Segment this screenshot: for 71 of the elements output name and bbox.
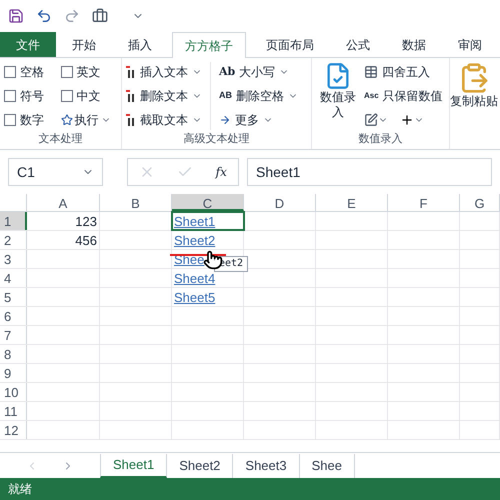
hyperlink[interactable]: Sheet5 (174, 290, 216, 305)
hand-cursor-icon (203, 248, 223, 272)
star-icon (60, 114, 72, 126)
run-button[interactable]: 执行 (60, 110, 117, 130)
ribbon-tab[interactable]: 公式 (334, 32, 382, 57)
column-header[interactable]: C (172, 194, 244, 211)
row-header[interactable]: 10 (0, 383, 27, 401)
edit-button[interactable] (364, 113, 388, 127)
hyperlink[interactable]: Sheet2 (174, 233, 216, 248)
row-header[interactable]: 11 (0, 402, 27, 420)
formula-input[interactable]: Sheet1 (247, 158, 492, 186)
redo-icon[interactable] (64, 8, 80, 24)
row-header[interactable]: 3 (0, 250, 27, 268)
group-label: 数值录入 (358, 132, 404, 146)
ribbon-tab[interactable]: 审阅 (446, 32, 494, 57)
row-header[interactable]: 8 (0, 345, 27, 363)
checkbox[interactable]: 数字 (4, 110, 60, 130)
file-tab[interactable]: 文件 (0, 32, 56, 57)
ribbon-tab[interactable]: 页面布局 (254, 32, 326, 57)
group-label: 高级文本处理 (182, 132, 250, 146)
row-header[interactable]: 5 (0, 288, 27, 306)
more-button[interactable]: 更多 (219, 110, 298, 130)
undo-icon[interactable] (36, 8, 52, 24)
row-header[interactable]: 12 (0, 421, 27, 439)
column-bars-icon (126, 66, 136, 78)
column-header[interactable]: D (244, 194, 316, 211)
table-cell-text: 456 (74, 232, 97, 250)
checkbox[interactable]: 中文 (60, 86, 117, 106)
briefcase-icon[interactable] (92, 8, 108, 24)
row-header[interactable]: 4 (0, 269, 27, 287)
ribbon-tab[interactable]: 数据 (390, 32, 438, 57)
column-header[interactable]: E (316, 194, 388, 211)
edit-icon (364, 113, 378, 127)
hyperlink[interactable]: Sheet1 (174, 214, 216, 229)
text-tool-button[interactable]: 删除文本 (126, 86, 202, 106)
plus-button[interactable] (400, 113, 424, 127)
checkbox[interactable]: 英文 (60, 62, 117, 82)
column-header[interactable]: A (27, 194, 100, 211)
status-bar: 就绪 (0, 478, 500, 500)
row-header[interactable]: 6 (0, 307, 27, 325)
ribbon-tab[interactable]: 方方格子 (172, 32, 246, 58)
plus-icon (400, 113, 414, 127)
column-bars-icon (126, 114, 136, 126)
column-bars-icon (126, 90, 136, 102)
checkbox[interactable]: 空格 (4, 62, 60, 82)
insert-function-button[interactable]: fx (216, 163, 227, 181)
ribbon-tab[interactable]: 插入 (116, 32, 164, 57)
ribbon-tab[interactable]: 开始 (60, 32, 108, 57)
remove-space-button[interactable]: AB 删除空格 (219, 86, 298, 106)
arrow-icon (219, 114, 231, 126)
text-tool-button[interactable]: 截取文本 (126, 110, 202, 130)
round-button[interactable]: 四舍五入 (364, 62, 443, 82)
checkbox[interactable]: 符号 (4, 86, 60, 106)
column-header[interactable]: F (388, 194, 460, 211)
row-header[interactable]: 1 (0, 212, 27, 230)
table-icon (364, 65, 378, 79)
keep-values-button[interactable]: Asc 只保留数值 (364, 86, 443, 106)
copy-paste-button[interactable]: 复制粘贴 (450, 58, 498, 109)
name-box[interactable]: C1 (8, 158, 103, 186)
save-icon[interactable] (8, 8, 24, 24)
group-label: 文本处理 (38, 132, 84, 146)
row-header[interactable]: 9 (0, 364, 27, 382)
number-entry-button[interactable]: 数值录入 (316, 62, 360, 130)
table-cell-text: 123 (74, 213, 97, 231)
hyperlink[interactable]: Sheet4 (174, 271, 216, 286)
sheet-tab[interactable]: Sheet1 (100, 454, 168, 478)
case-button[interactable]: Ab 大小写 (219, 62, 298, 82)
text-tool-button[interactable]: 插入文本 (126, 62, 202, 82)
row-header[interactable]: 2 (0, 231, 27, 249)
column-header[interactable]: G (460, 194, 500, 211)
row-header[interactable]: 7 (0, 326, 27, 344)
